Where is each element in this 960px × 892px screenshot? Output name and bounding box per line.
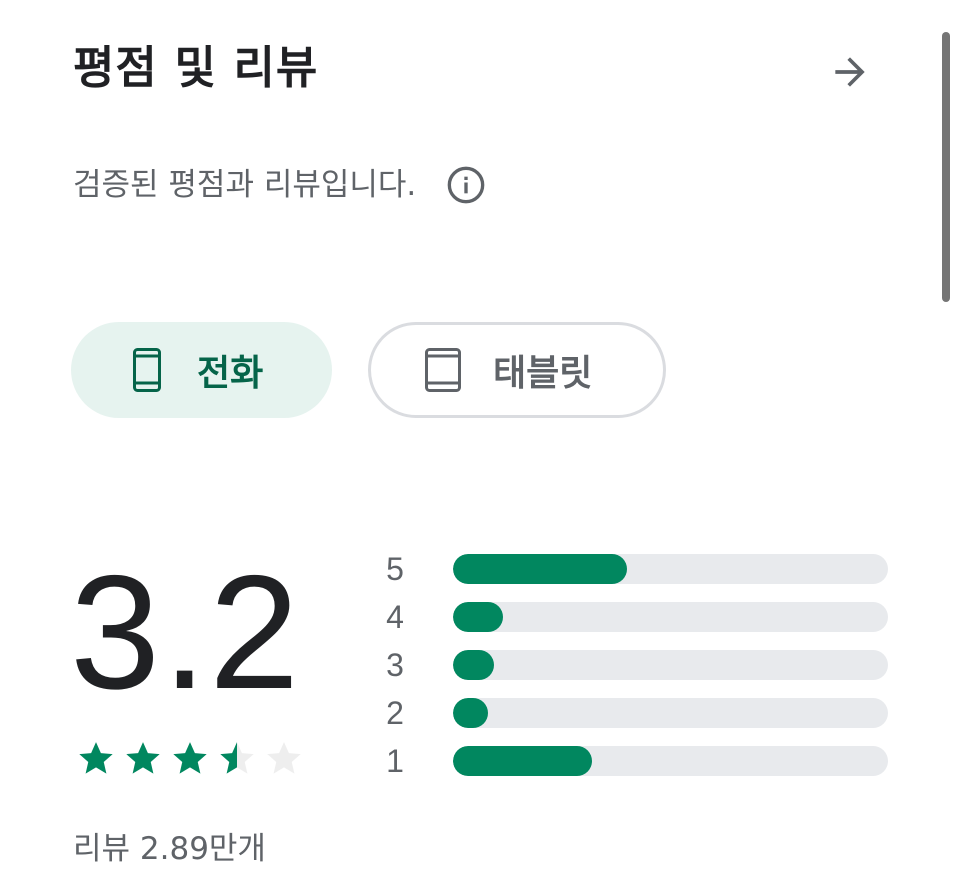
histogram-track bbox=[453, 554, 888, 584]
star-rating bbox=[76, 738, 304, 778]
subtitle-row: 검증된 평점과 리뷰입니다. bbox=[73, 160, 488, 210]
info-button[interactable] bbox=[444, 163, 488, 207]
histogram-track bbox=[453, 698, 888, 728]
info-icon bbox=[447, 166, 485, 204]
histogram-label: 2 bbox=[386, 694, 404, 731]
phone-icon bbox=[127, 346, 167, 394]
histogram-bar bbox=[453, 698, 488, 728]
histogram-bar bbox=[453, 746, 593, 776]
device-chip-tablet[interactable]: 태블릿 bbox=[368, 322, 666, 418]
ratings-section: 평점 및 리뷰 검증된 평점과 리뷰입니다. 전화 태블릿 3.2 리뷰 2.8… bbox=[0, 0, 960, 892]
average-rating: 3.2 bbox=[70, 542, 302, 723]
star-icon bbox=[220, 742, 254, 774]
histogram-label: 1 bbox=[386, 742, 404, 779]
subtitle-text: 검증된 평점과 리뷰입니다. bbox=[73, 167, 417, 203]
star-icon bbox=[126, 742, 160, 774]
histogram-bar bbox=[453, 650, 495, 680]
star-icon bbox=[267, 742, 301, 774]
histogram-bar bbox=[453, 602, 504, 632]
device-chip-phone-label: 전화 bbox=[197, 353, 264, 394]
arrow-right-icon bbox=[835, 57, 865, 87]
histogram-bar bbox=[453, 554, 627, 584]
review-count: 리뷰 2.89만개 bbox=[73, 831, 266, 867]
histogram-track bbox=[453, 602, 888, 632]
histogram-label: 5 bbox=[386, 550, 404, 587]
scrollbar[interactable] bbox=[942, 32, 950, 302]
see-all-ratings-button[interactable] bbox=[822, 44, 878, 100]
histogram-label: 3 bbox=[386, 646, 404, 683]
histogram-row: 1 bbox=[380, 737, 890, 785]
star-icon bbox=[173, 742, 207, 774]
histogram-row: 3 bbox=[380, 641, 890, 689]
histogram-track bbox=[453, 746, 888, 776]
star-icon bbox=[79, 742, 113, 774]
histogram-row: 4 bbox=[380, 593, 890, 641]
rating-histogram: 5 4 3 2 1 bbox=[380, 545, 890, 785]
histogram-row: 5 bbox=[380, 545, 890, 593]
device-chip-phone[interactable]: 전화 bbox=[71, 322, 332, 418]
tablet-icon bbox=[423, 346, 463, 394]
histogram-track bbox=[453, 650, 888, 680]
device-chip-tablet-label: 태블릿 bbox=[493, 353, 593, 394]
histogram-row: 2 bbox=[380, 689, 890, 737]
histogram-label: 4 bbox=[386, 598, 404, 635]
section-title: 평점 및 리뷰 bbox=[73, 41, 319, 94]
